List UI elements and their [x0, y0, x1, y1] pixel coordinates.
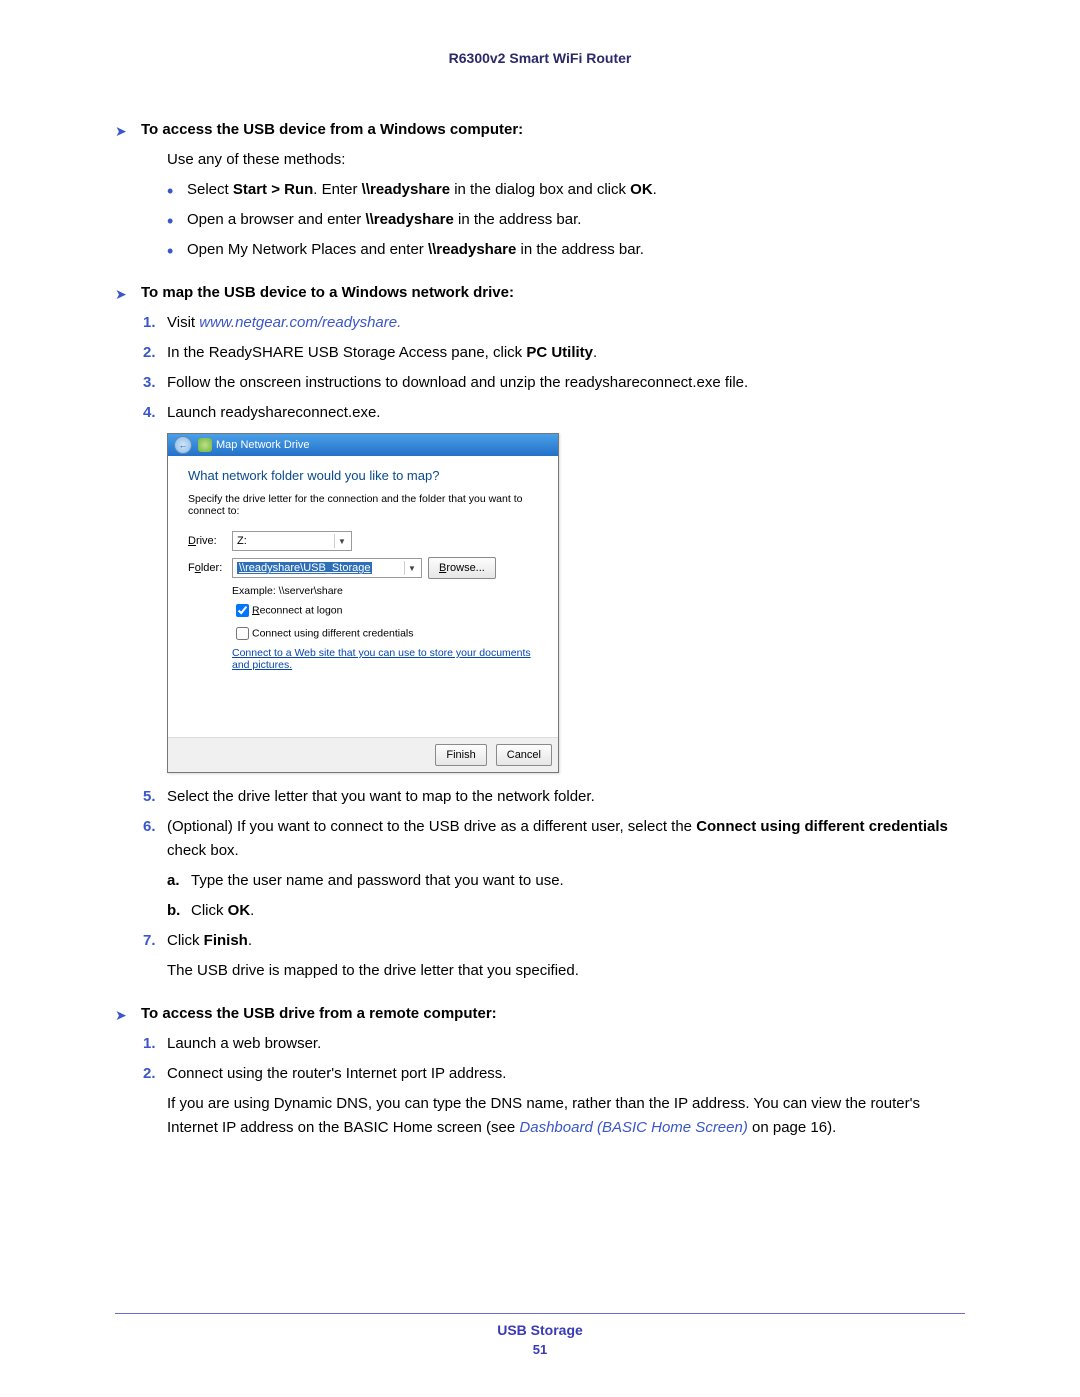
dialog-title-text: Map Network Drive [216, 439, 310, 451]
procedure-title: To map the USB device to a Windows netwo… [141, 284, 514, 301]
list-item: Open My Network Places and enter \\ready… [167, 238, 965, 262]
list-item: Select Start > Run. Enter \\readyshare i… [167, 178, 965, 202]
list-item: 4.Launch readyshareconnect.exe. [143, 401, 965, 425]
dialog-titlebar: ← Map Network Drive [168, 434, 558, 456]
drive-dropdown[interactable]: Z:▼ [232, 531, 352, 551]
chevron-down-icon: ▼ [404, 561, 419, 575]
different-credentials-checkbox[interactable]: Connect using different credentials [232, 624, 538, 643]
dialog-description: Specify the drive letter for the connect… [188, 493, 538, 517]
procedure-access-windows: ➤ To access the USB device from a Window… [115, 121, 965, 262]
browse-button[interactable]: Browse... [428, 557, 496, 579]
footer-section: USB Storage [497, 1322, 583, 1338]
list-item: 2.Connect using the router's Internet po… [143, 1062, 965, 1140]
connect-website-link[interactable]: Connect to a Web site that you can use t… [232, 647, 538, 671]
procedure-map-drive: ➤ To map the USB device to a Windows net… [115, 284, 965, 983]
procedure-title: To access the USB drive from a remote co… [141, 1005, 497, 1022]
procedure-intro: Use any of these methods: [167, 148, 965, 172]
page-footer: USB Storage 51 [115, 1313, 965, 1357]
map-network-drive-dialog: ← Map Network Drive What network folder … [167, 433, 559, 773]
arrow-icon: ➤ [115, 123, 141, 140]
back-icon[interactable]: ← [174, 436, 192, 454]
list-item: 7. Click Finish. The USB drive is mapped… [143, 929, 965, 983]
list-item: 6. (Optional) If you want to connect to … [143, 815, 965, 923]
list-item: 1. Visit www.netgear.com/readyshare. [143, 311, 965, 335]
folder-combobox[interactable]: \\readyshare\USB_Storage▼ [232, 558, 422, 578]
procedure-title: To access the USB device from a Windows … [141, 121, 523, 138]
list-item: 3.Follow the onscreen instructions to do… [143, 371, 965, 395]
list-item: 5.Select the drive letter that you want … [143, 785, 965, 809]
page-number: 51 [115, 1342, 965, 1357]
page-header: R6300v2 Smart WiFi Router [115, 50, 965, 66]
drive-label: Drive: [188, 535, 232, 547]
list-item: 2. In the ReadySHARE USB Storage Access … [143, 341, 965, 365]
step-note: The USB drive is mapped to the drive let… [167, 959, 965, 983]
finish-button[interactable]: Finish [435, 744, 486, 766]
folder-label: Folder: [188, 562, 232, 574]
list-item: Open a browser and enter \\readyshare in… [167, 208, 965, 232]
list-item: a.Type the user name and password that y… [167, 869, 965, 893]
procedure-remote-access: ➤ To access the USB drive from a remote … [115, 1005, 965, 1140]
list-item: b. Click OK. [167, 899, 965, 923]
list-item: 1.Launch a web browser. [143, 1032, 965, 1056]
drive-icon [198, 438, 212, 452]
dashboard-link[interactable]: Dashboard (BASIC Home Screen) [519, 1119, 747, 1136]
readyshare-link[interactable]: www.netgear.com/readyshare. [199, 314, 401, 331]
dialog-question: What network folder would you like to ma… [188, 468, 538, 483]
reconnect-checkbox[interactable]: Reconnect at logon [232, 601, 538, 620]
chevron-down-icon: ▼ [334, 534, 349, 548]
arrow-icon: ➤ [115, 1007, 141, 1024]
arrow-icon: ➤ [115, 286, 141, 303]
example-text: Example: \\server\share [232, 585, 538, 597]
step-note: If you are using Dynamic DNS, you can ty… [167, 1092, 965, 1140]
cancel-button[interactable]: Cancel [496, 744, 552, 766]
